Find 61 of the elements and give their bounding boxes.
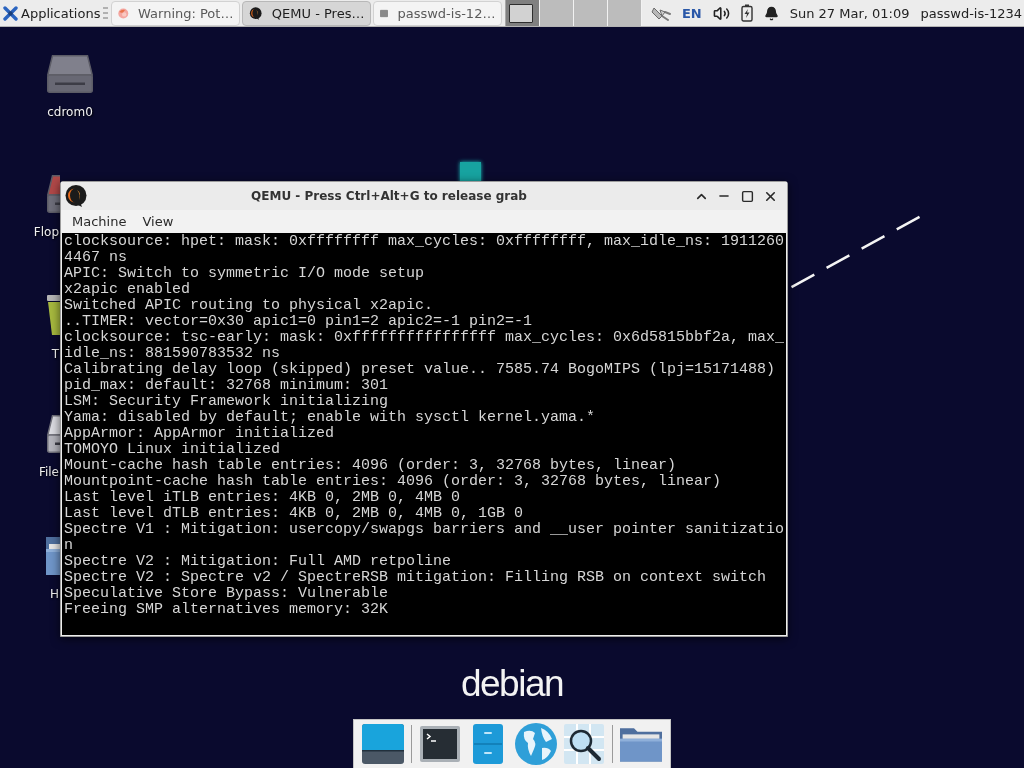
console-line: Spectre V2 : Mitigation: Full AMD retpoline bbox=[64, 554, 452, 570]
menu-item[interactable]: Machine bbox=[64, 210, 135, 233]
globe-icon bbox=[515, 723, 557, 765]
console-line: LSM: Security Framework initializing bbox=[64, 394, 389, 410]
desktop-icon-label[interactable]: H bbox=[22, 587, 59, 602]
console-line: AppArmor: AppArmor initialized bbox=[64, 426, 335, 442]
desktop-icon-label[interactable]: cdrom0 bbox=[47, 105, 93, 120]
console-line: idle_ns: 881590783532 ns bbox=[64, 346, 281, 362]
task-button[interactable]: QEMU - Pres… bbox=[242, 0, 372, 26]
console-line: Last level iTLB entries: 4KB 0, 2MB 0, 4MB 0 bbox=[64, 490, 461, 506]
app-logo-icon bbox=[64, 184, 88, 208]
console-line: Spectre V1 : Mitigation: usercopy/swapgs barriers and __user pointer sanitizatio bbox=[64, 522, 785, 538]
console-line: clocksource: hpet: mask: 0xffffffff max_cycles: 0xffffffff, max_idle_ns: 1911260 bbox=[64, 234, 785, 250]
applications-menu-button[interactable]: Applications bbox=[0, 0, 103, 26]
keyboard-layout-indicator[interactable]: EN bbox=[681, 5, 702, 21]
task-button[interactable]: passwd-is-12… bbox=[373, 0, 503, 26]
grip-icon[interactable] bbox=[103, 7, 109, 19]
app-logo-icon bbox=[249, 4, 263, 22]
console-line: TOMOYO Linux initialized bbox=[64, 442, 281, 458]
console-line: Switched APIC routing to physical x2apic. bbox=[64, 298, 434, 314]
console-line: n bbox=[64, 538, 73, 554]
console-line: Mountpoint-cache hash table entries: 4096 (order: 3, 32768 bytes, linear) bbox=[64, 474, 722, 490]
terminal-icon bbox=[420, 726, 460, 762]
console-line: clocksource: tsc-early: mask: 0xffffffffffffffff max_cycles: 0x6d5815bbf2a, max_ bbox=[64, 330, 785, 346]
drive-icon bbox=[47, 55, 93, 93]
square-icon bbox=[460, 162, 481, 183]
speaker-icon[interactable] bbox=[712, 4, 730, 22]
console-line: Speculative Store Bypass: Vulnerable bbox=[64, 586, 389, 602]
cross-icon bbox=[3, 5, 18, 21]
desktop-icon-label[interactable]: File bbox=[22, 465, 59, 480]
clock[interactable]: Sun 27 Mar, 01:09 bbox=[789, 5, 910, 21]
window-title: QEMU - Press Ctrl+Alt+G to release grab bbox=[250, 189, 528, 203]
console-line: Freeing SMP alternatives memory: 32K bbox=[64, 602, 389, 618]
console-line: APIC: Switch to symmetric I/O mode setup bbox=[64, 266, 425, 282]
console-line: Calibrating delay loop (skipped) preset value.. 7585.74 BogoMIPS (lpj=15171488) bbox=[64, 362, 776, 378]
desktop-icon-label[interactable]: T bbox=[22, 347, 59, 362]
desktop-icon-label[interactable]: Flop bbox=[22, 225, 59, 240]
search-icon bbox=[564, 724, 604, 764]
window-thumbnail-icon bbox=[509, 4, 534, 23]
workspace-button[interactable] bbox=[506, 0, 541, 26]
console-line: pid_max: default: 32768 minimum: 301 bbox=[64, 378, 389, 394]
show-desktop-button[interactable] bbox=[360, 721, 406, 767]
console-line: Yama: disabled by default; enable with sysctl kernel.yama.* bbox=[64, 410, 596, 426]
menu-item[interactable]: View bbox=[134, 210, 182, 233]
console-line: Mount-cache hash table entries: 4096 (order: 3, 32768 bytes, linear) bbox=[64, 458, 677, 474]
console-line: ..TIMER: vector=0x30 apic1=0 pin1=2 apic2=-1 pin2=-1 bbox=[64, 314, 533, 330]
app-finder-button[interactable] bbox=[561, 721, 607, 767]
cabinet-icon bbox=[473, 724, 503, 764]
bell-icon[interactable] bbox=[763, 5, 779, 21]
maximize-icon bbox=[740, 189, 754, 203]
folder-icon bbox=[620, 726, 662, 762]
console-line: x2apic enabled bbox=[64, 282, 191, 298]
desktop-tile-icon bbox=[362, 724, 404, 764]
battery-icon[interactable] bbox=[740, 4, 753, 22]
task-button[interactable]: Warning: Pot… bbox=[111, 0, 241, 26]
user-name[interactable]: passwd-is-1234 bbox=[920, 5, 1022, 21]
trash-icon bbox=[47, 295, 60, 335]
console-line: Last level dTLB entries: 4KB 0, 2MB 0, 4MB 0, 1GB 0 bbox=[64, 506, 524, 522]
console-line: 4467 ns bbox=[64, 250, 127, 266]
logo-wordmark: debian bbox=[460, 664, 564, 704]
console-line: Spectre V2 : Spectre v2 / SpectreRSB mitigation: Filling RSB on context switch bbox=[64, 570, 767, 586]
